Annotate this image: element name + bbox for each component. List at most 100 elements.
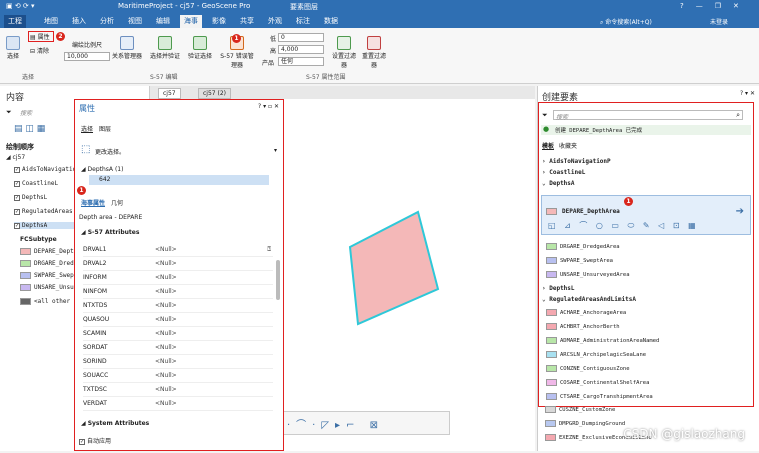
template-item[interactable]: ADMARE_AdministrationAreaNamed — [546, 337, 659, 344]
window-controls[interactable]: ?—❐✕ — [680, 2, 751, 10]
arrow-right-icon[interactable]: ➔ — [736, 206, 744, 217]
attribute-row[interactable]: INFORM <Null> — [83, 271, 273, 285]
clear-button[interactable]: ⊟ 清除 — [30, 46, 49, 55]
attribute-row[interactable]: DRVAL2 <Null> — [83, 257, 273, 271]
toc-view-icons[interactable]: ▤ ◫ ▦ — [14, 124, 45, 134]
auto-apply-checkbox[interactable]: ✓ — [79, 438, 85, 445]
template-item[interactable]: ACHBRT_AnchorBerth — [546, 323, 620, 330]
feature-row[interactable]: 642 — [89, 175, 269, 185]
tab-maritime-attributes[interactable]: 海事属性 — [81, 198, 105, 207]
layer-row[interactable]: ✓ DepthsL — [14, 194, 47, 201]
scrollbar-thumb[interactable] — [276, 260, 280, 300]
panel-controls[interactable]: ? ▾ ▫ ✕ — [258, 103, 279, 110]
high-combo[interactable]: 4,000 — [278, 45, 324, 54]
tab-appearance[interactable]: 外观 — [264, 15, 286, 28]
attribute-value[interactable]: <Null> — [155, 313, 177, 327]
attribute-value[interactable]: <Null> — [155, 341, 177, 355]
layer-checkbox[interactable]: ✓ — [14, 208, 20, 215]
tab-share[interactable]: 共享 — [236, 15, 258, 28]
filter-icon[interactable]: ⏷ — [542, 111, 548, 120]
chevron-down-icon[interactable]: ▾ — [274, 147, 277, 154]
tab-geometry[interactable]: 几何 — [111, 198, 123, 207]
attributes-button[interactable]: ▤ 属性 — [30, 32, 50, 41]
template-item[interactable]: CONZNE_ContiguousZone — [546, 365, 630, 372]
template-group[interactable]: ⌄ DepthsA — [542, 180, 575, 187]
attribute-value[interactable]: <Null> — [155, 257, 177, 271]
attribute-row[interactable]: SCAMIN <Null> — [83, 327, 273, 341]
template-group[interactable]: › DepthsL — [542, 285, 575, 292]
attribute-value[interactable]: <Null> — [155, 285, 177, 299]
attribute-row[interactable]: DRVAL1 <Null> ⍰ — [83, 243, 273, 257]
template-item[interactable]: DRGARE_DredgedArea — [546, 243, 620, 250]
tab-templates[interactable]: 模板 — [542, 141, 554, 150]
help-icon[interactable]: ⍰ — [267, 243, 271, 257]
tab-maritime[interactable]: 海事 — [180, 15, 202, 28]
filter-icon[interactable]: ⏷ — [6, 108, 12, 117]
quick-access-icons[interactable]: ▣ ⟲ ⟳ ▾ — [6, 2, 35, 10]
set-filter-button[interactable]: 设置过滤器 — [330, 36, 358, 69]
template-group[interactable]: › CoastlineL — [542, 169, 585, 176]
select-button[interactable]: 选择 — [4, 36, 22, 60]
attribute-row[interactable]: QUASOU <Null> — [83, 313, 273, 327]
system-section-header[interactable]: ◢ System Attributes — [81, 420, 149, 427]
template-item[interactable]: UNSARE_UnsurveyedArea — [546, 271, 630, 278]
attribute-row[interactable]: SOUACC <Null> — [83, 369, 273, 383]
template-group[interactable]: ⌄ RegulatedAreasAndLimitsA — [542, 296, 636, 303]
layer-checkbox[interactable]: ✓ — [14, 194, 20, 201]
template-item[interactable]: ARCSLN_ArchipelagicSeaLane — [546, 351, 646, 358]
layer-checkbox[interactable]: ✓ — [14, 180, 20, 187]
layer-row[interactable]: ✓ CoastlineL — [14, 180, 58, 187]
tab-analysis[interactable]: 分析 — [96, 15, 118, 28]
relation-manager-button[interactable]: 关系管理器 — [112, 36, 142, 60]
reset-filter-button[interactable]: 重置过滤器 — [360, 36, 388, 69]
layer-row[interactable]: ✓ RegulatedAreas — [14, 208, 73, 215]
tab-select[interactable]: 选择 — [81, 124, 93, 133]
attribute-value[interactable]: <Null> — [155, 369, 177, 383]
product-combo[interactable]: 任何 — [278, 57, 324, 66]
tab-view[interactable]: 视图 — [124, 15, 146, 28]
scale-combo[interactable]: 10,000 — [64, 52, 110, 61]
change-selection-icon[interactable]: ⬚ — [81, 144, 90, 155]
tab-imagery[interactable]: 影像 — [208, 15, 230, 28]
select-validate-button[interactable]: 选择并验证 — [150, 36, 180, 60]
template-item[interactable]: CUSZNE_CustomZone — [545, 406, 615, 413]
tab-project[interactable]: 工程 — [4, 15, 26, 28]
map-tab-cj57-2[interactable]: cj57 (2) — [198, 88, 232, 99]
tab-data[interactable]: 数据 — [320, 15, 342, 28]
pane-controls[interactable]: ? ▾ ✕ — [740, 90, 755, 97]
attribute-row[interactable]: TXTDSC <Null> — [83, 383, 273, 397]
template-search-input[interactable]: 搜索 ⌕ — [553, 110, 743, 121]
construction-tools[interactable]: ◱ ⊿ ⌒ ○ ▭ ⬭ ✎ ◁ ⊡ ▦ — [548, 220, 699, 231]
layer-node[interactable]: ◢ DepthsA (1) — [81, 166, 123, 173]
edit-tool-icons[interactable]: ·⌒·◸▸⌐ ⊠ — [287, 416, 384, 431]
layer-checkbox[interactable]: ✓ — [14, 166, 20, 173]
attribute-row[interactable]: VERDAT <Null> — [83, 397, 273, 411]
attribute-row[interactable]: NTXTDS <Null> — [83, 299, 273, 313]
s57-section-header[interactable]: ◢ S-57 Attributes — [81, 229, 139, 236]
template-item[interactable]: SWPARE_SweptArea — [546, 257, 613, 264]
map-tab-cj57[interactable]: cj57 — [158, 88, 181, 99]
tab-favorites[interactable]: 收藏夹 — [559, 141, 577, 150]
search-icon[interactable]: ⌕ — [736, 111, 740, 120]
tab-layer[interactable]: 图层 — [99, 124, 111, 133]
attribute-value[interactable]: <Null> — [155, 327, 177, 341]
attribute-value[interactable]: <Null> — [155, 383, 177, 397]
attribute-value[interactable]: <Null> — [155, 355, 177, 369]
validate-selection-button[interactable]: 验证选择 — [186, 36, 214, 60]
low-combo[interactable]: 0 — [278, 33, 324, 42]
attribute-row[interactable]: SORDAT <Null> — [83, 341, 273, 355]
attribute-value[interactable]: <Null> — [155, 299, 177, 313]
tab-edit[interactable]: 编辑 — [152, 15, 174, 28]
change-selection-label[interactable]: 更改选择。 — [95, 147, 125, 156]
layer-checkbox[interactable]: ✓ — [14, 222, 20, 229]
auto-apply-toggle[interactable]: ✓ 自动应用 — [79, 436, 111, 445]
selected-template-card[interactable]: 1 DEPARE_DepthArea ◱ ⊿ ⌒ ○ ▭ ⬭ ✎ ◁ ⊡ ▦ ➔ — [541, 195, 751, 235]
map-root[interactable]: ◢ cj57 — [6, 154, 25, 161]
template-item[interactable]: COSARE_ContinentalShelfArea — [546, 379, 649, 386]
attribute-row[interactable]: NINFOM <Null> — [83, 285, 273, 299]
contents-search[interactable]: 搜索 — [20, 108, 32, 117]
attribute-row[interactable]: SORIND <Null> — [83, 355, 273, 369]
command-search[interactable]: ⌕ 命令搜索(Alt+Q) — [600, 17, 652, 27]
selected-depth-area-polygon[interactable] — [348, 210, 440, 326]
attribute-value[interactable]: <Null> — [155, 271, 177, 285]
